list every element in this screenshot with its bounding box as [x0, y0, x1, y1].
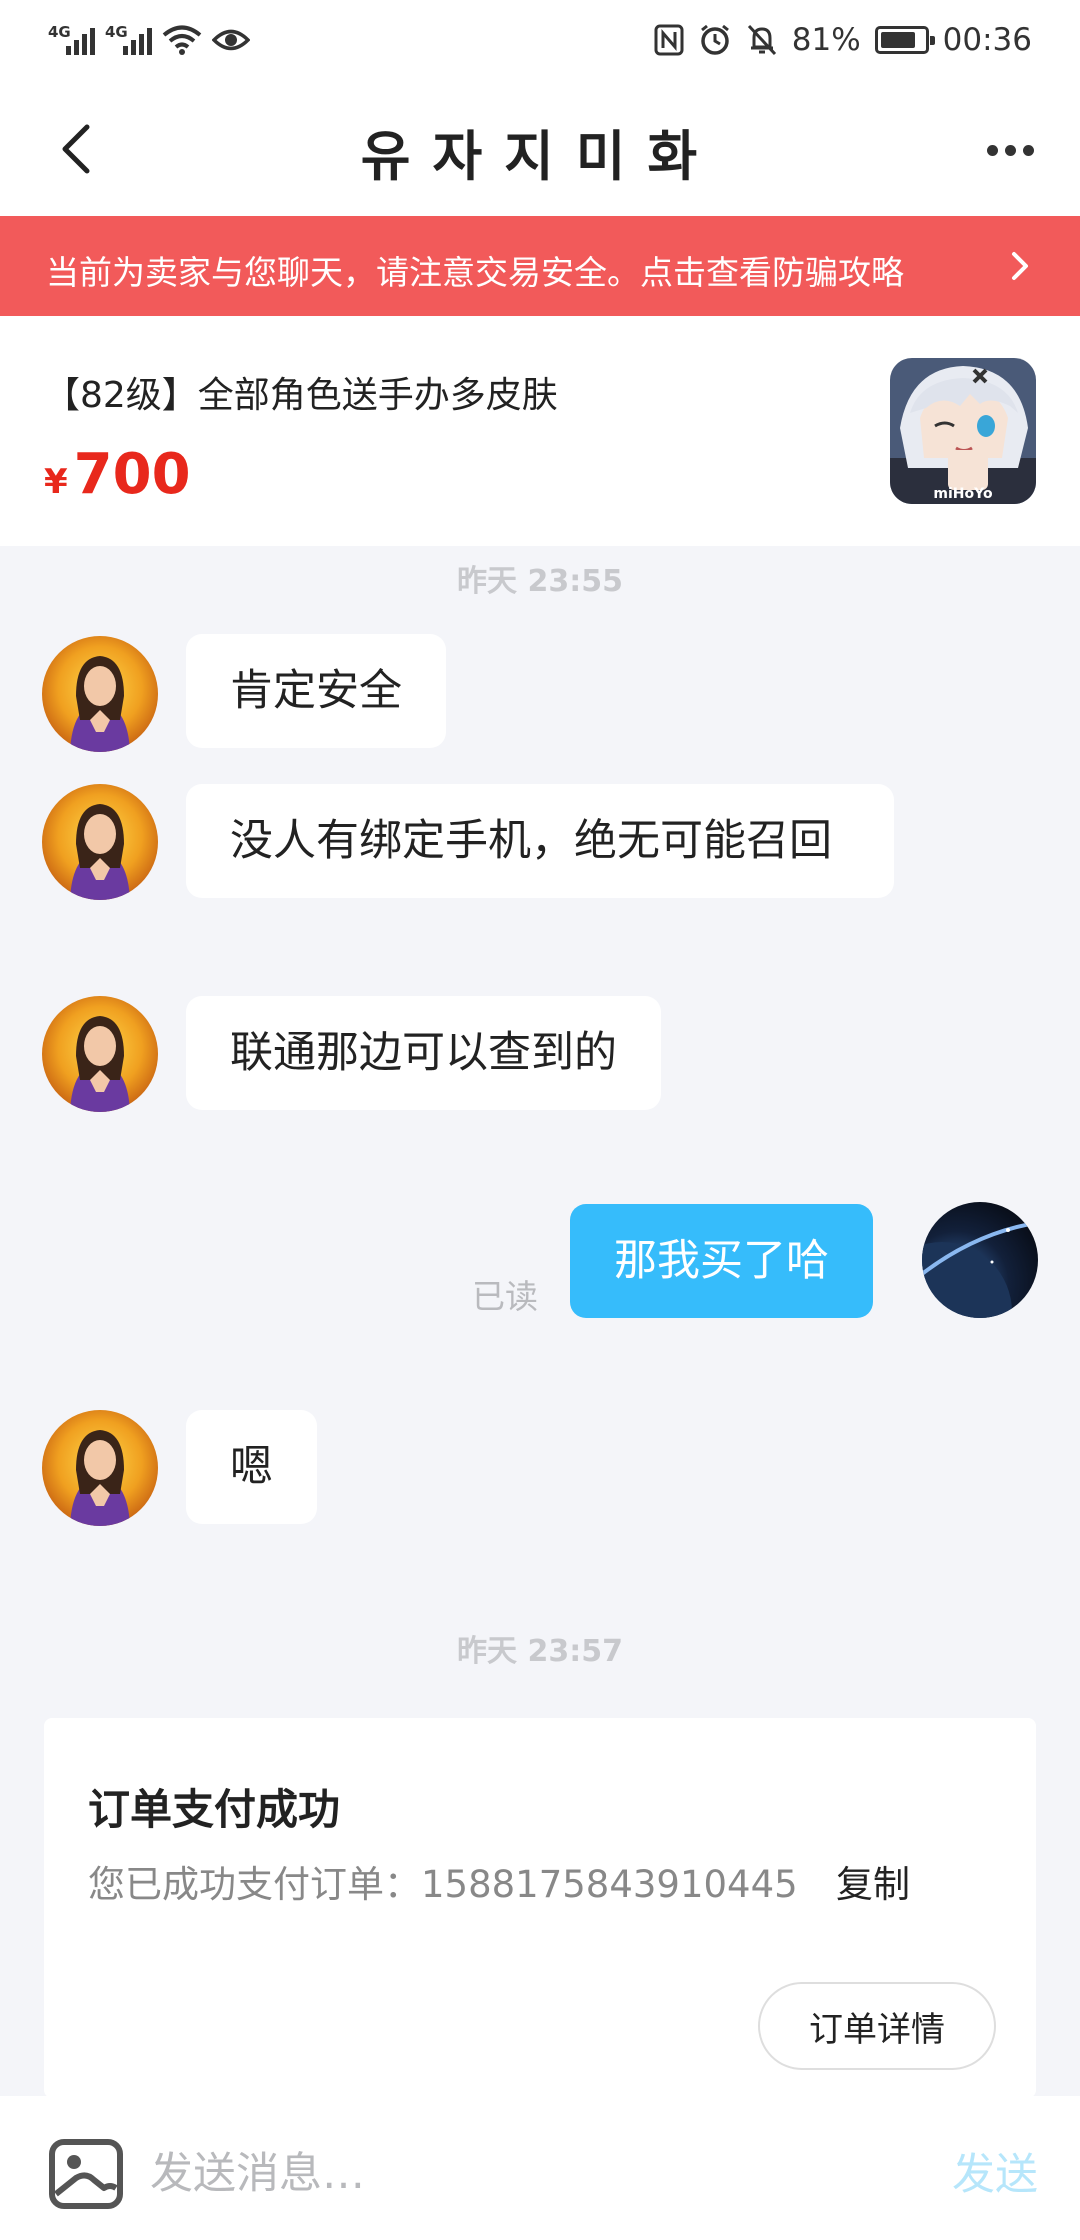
mute-bell-icon: [747, 24, 776, 56]
network-type: 4G: [48, 23, 71, 41]
message-bubble: 肯定安全: [186, 634, 446, 748]
message-bubble: 嗯: [186, 1410, 317, 1524]
thumb-label: miHoYo: [933, 486, 993, 502]
more-button[interactable]: [970, 122, 1050, 178]
back-button[interactable]: [46, 116, 106, 182]
timestamp: 昨天 23:55: [457, 564, 623, 599]
image-icon[interactable]: [48, 2138, 124, 2210]
chevron-right-icon: [1012, 252, 1028, 280]
order-number-line: 您已成功支付订单：1588175843910445: [88, 1863, 798, 1906]
product-card[interactable]: 【82级】全部角色送手办多皮肤 ¥ 700 miHoYo: [0, 316, 1080, 546]
order-card: 订单支付成功 您已成功支付订单：1588175843910445 复制 订单详情: [44, 1718, 1036, 2098]
seller-avatar[interactable]: [42, 636, 158, 752]
product-price: ¥ 700: [44, 442, 191, 507]
battery-icon: [874, 26, 935, 54]
my-message-bubble: 那我买了哈: [570, 1204, 873, 1318]
my-avatar[interactable]: [922, 1202, 1038, 1318]
status-right: 81% 00:36: [654, 18, 1032, 62]
network-type-2: 4G: [105, 23, 128, 41]
seller-avatar[interactable]: [42, 1410, 158, 1526]
message-bubble: 联通那边可以查到的: [186, 996, 661, 1110]
battery-percent: 81%: [791, 22, 861, 58]
eye-icon: [212, 29, 250, 51]
chevron-left-icon: [62, 124, 90, 174]
avatar-image: [922, 1202, 1038, 1318]
price-value: 700: [73, 442, 191, 507]
alarm-icon: [700, 24, 729, 55]
order-title: 订单支付成功: [88, 1785, 341, 1834]
order-details-button[interactable]: 订单详情: [758, 1982, 996, 2070]
seller-avatar[interactable]: [42, 996, 158, 1112]
send-button[interactable]: 发送: [952, 2140, 1038, 2202]
more-horizontal-icon: [986, 144, 998, 156]
avatar-image: [42, 784, 158, 900]
status-bar: 4G 4G 81% 00:36: [0, 0, 1080, 82]
copy-button[interactable]: 复制: [836, 1854, 910, 1908]
game-character-icon: miHoYo: [890, 358, 1036, 504]
product-title: 【82级】全部角色送手办多皮肤: [44, 375, 558, 416]
timestamp: 昨天 23:57: [457, 1634, 623, 1669]
nav-bar: 유자지미화: [0, 82, 1080, 216]
wifi-icon: [162, 25, 202, 55]
input-bar: 发送: [0, 2096, 1080, 2240]
avatar-image: [42, 996, 158, 1112]
read-receipt: 已读: [472, 1277, 538, 1316]
nfc-icon: [654, 24, 684, 56]
message-input[interactable]: [150, 2136, 890, 2212]
product-thumbnail[interactable]: miHoYo: [890, 358, 1036, 504]
battery-fill: [880, 32, 915, 48]
avatar-image: [42, 1410, 158, 1526]
clock: 00:36: [942, 22, 1032, 58]
signal-icon: 4G: [48, 23, 95, 55]
message-bubble: 没人有绑定手机，绝无可能召回: [186, 784, 894, 898]
safety-banner[interactable]: 当前为卖家与您聊天，请注意交易安全。点击查看防骗攻略: [0, 216, 1080, 316]
seller-avatar[interactable]: [42, 784, 158, 900]
page-title: 유자지미화: [360, 125, 720, 188]
banner-text: 当前为卖家与您聊天，请注意交易安全。点击查看防骗攻略: [46, 253, 904, 292]
avatar-image: [42, 636, 158, 752]
status-left: 4G 4G: [48, 18, 250, 62]
currency-symbol: ¥: [44, 462, 68, 502]
signal-icon-2: 4G: [105, 23, 152, 55]
